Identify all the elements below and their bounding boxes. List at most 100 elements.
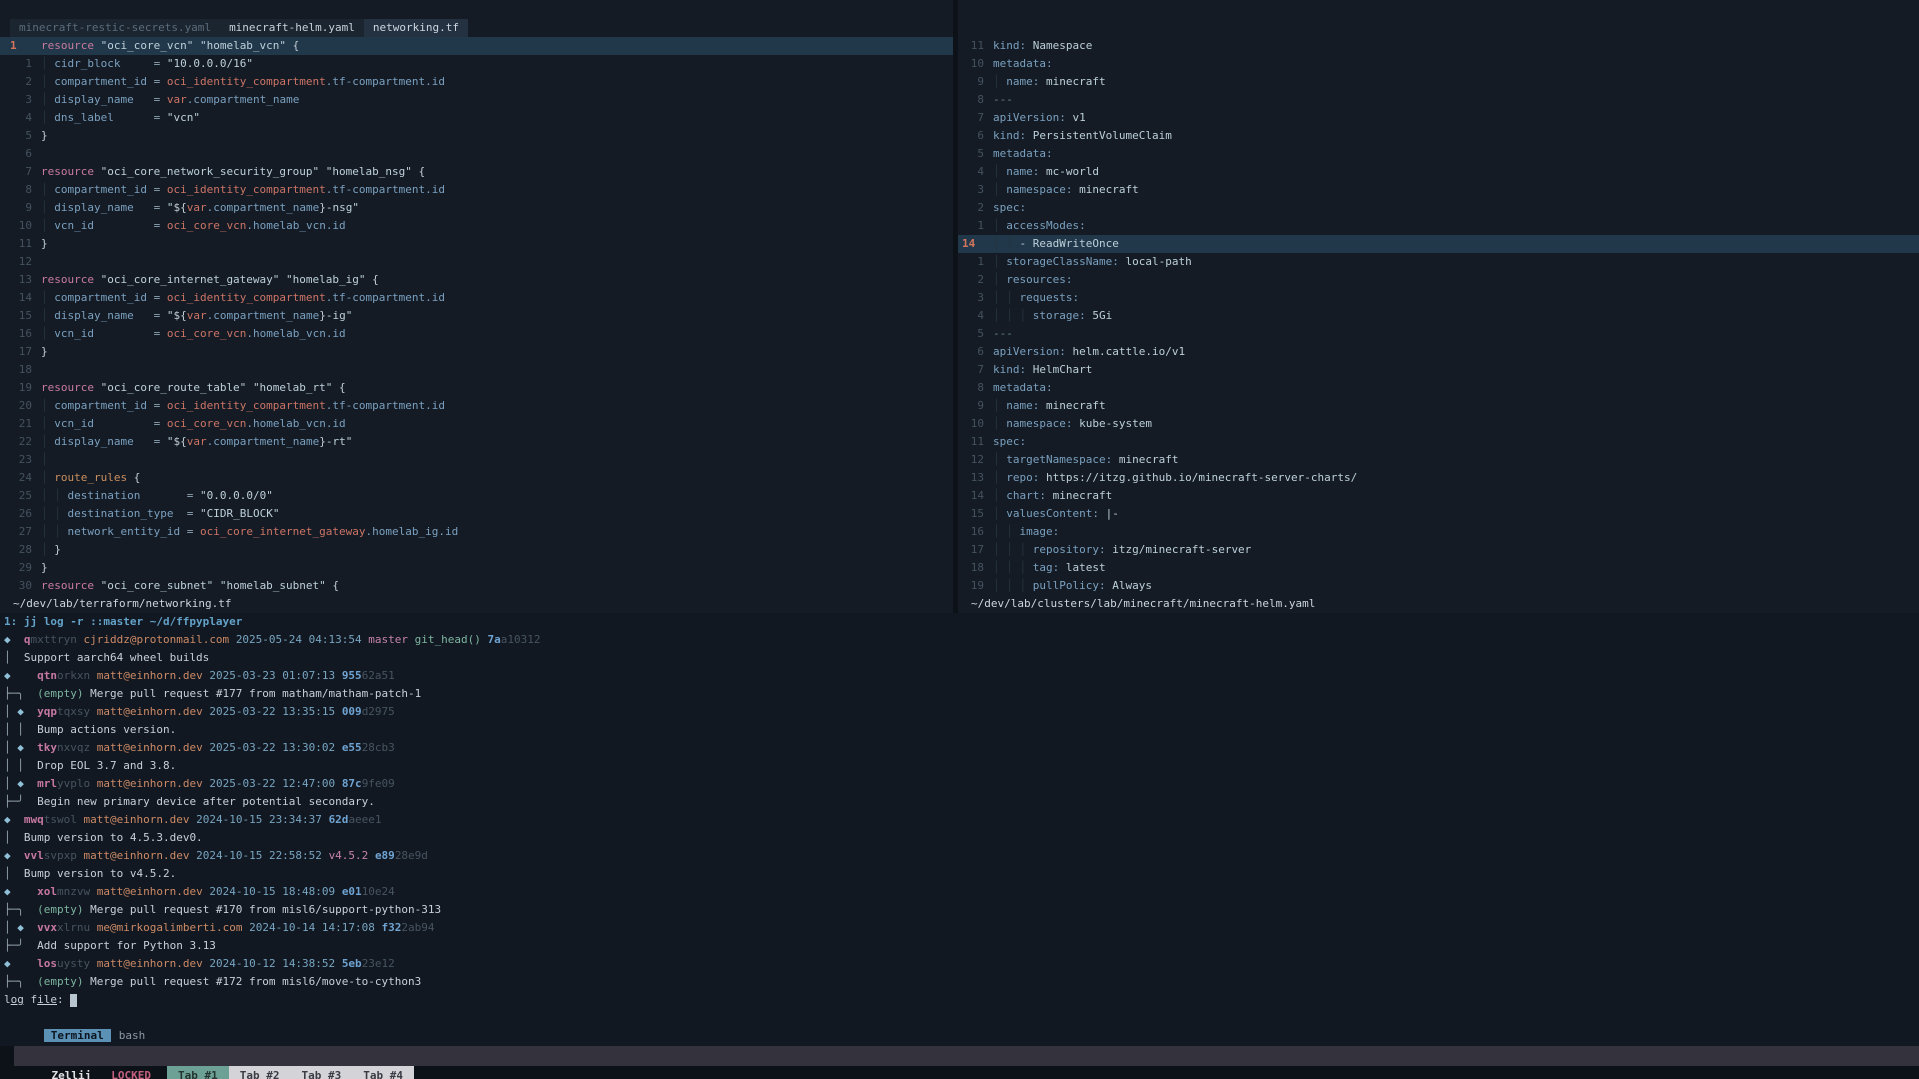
jj-log-line: │ Support aarch64 wheel builds: [0, 649, 1919, 667]
jj-log-line: ◆ mwqtswol matt@einhorn.dev 2024-10-15 2…: [0, 811, 1919, 829]
code-line: 7resource "oci_core_network_security_gro…: [0, 163, 953, 181]
zellij-app-name: Zellij: [52, 1069, 92, 1079]
locked-mode-indicator: LOCKED: [111, 1069, 151, 1079]
code-line: 11}: [0, 235, 953, 253]
code-line: 11kind: Namespace: [958, 37, 1919, 55]
line-number: 9: [10, 199, 32, 217]
code-line: 14│ compartment_id = oci_identity_compar…: [0, 289, 953, 307]
line-number: 12: [10, 253, 32, 271]
zellij-tab-tab-1[interactable]: Tab #1: [167, 1066, 229, 1079]
zellij-tab-tab-4[interactable]: Tab #4: [352, 1066, 414, 1079]
code-line: 9│ display_name = "${var.compartment_nam…: [0, 199, 953, 217]
code-line: 17}: [0, 343, 953, 361]
line-number: 1: [10, 37, 32, 55]
code-line: 23│: [0, 451, 953, 469]
code-line: 30resource "oci_core_subnet" "homelab_su…: [0, 577, 953, 595]
line-number: 22: [10, 433, 32, 451]
code-line: 29}: [0, 559, 953, 577]
line-number: 7: [10, 163, 32, 181]
jj-log-line: │ Bump version to v4.5.2.: [0, 865, 1919, 883]
line-number: 26: [10, 505, 32, 523]
pane-info-row: Terminalbash: [0, 1009, 1919, 1027]
line-number: 10: [962, 55, 984, 73]
code-line: 27│ │ network_entity_id = oci_core_inter…: [0, 523, 953, 541]
line-number: 21: [10, 415, 32, 433]
line-number: 11: [962, 433, 984, 451]
code-line: 5---: [958, 325, 1919, 343]
line-number: 10: [10, 217, 32, 235]
terminal-pane[interactable]: 1: jj log -r ::master ~/d/ffpyplayer ◆ q…: [0, 613, 1919, 1046]
code-line: 11spec:: [958, 433, 1919, 451]
line-number: 3: [10, 91, 32, 109]
line-number: 1: [10, 55, 32, 73]
jj-log-line: ◆ vvlsvpxp matt@einhorn.dev 2024-10-15 2…: [0, 847, 1919, 865]
line-number: 14: [962, 235, 984, 253]
code-line: 14│ chart: minecraft: [958, 487, 1919, 505]
right-statusline-path: ~/dev/lab/clusters/lab/minecraft/minecra…: [958, 595, 1315, 613]
line-number: 1: [962, 217, 984, 235]
terraform-code-area[interactable]: 1resource "oci_core_vcn" "homelab_vcn" {…: [0, 37, 953, 595]
code-line: 5}: [0, 127, 953, 145]
shell-name: bash: [119, 1029, 146, 1042]
line-number: 6: [962, 127, 984, 145]
line-number: 18: [10, 361, 32, 379]
line-number: 7: [962, 361, 984, 379]
line-number: 5: [962, 145, 984, 163]
code-line: 4│ name: mc-world: [958, 163, 1919, 181]
code-line: 19│ │ │ pullPolicy: Always: [958, 577, 1919, 595]
jj-log-line: ├─╮ (empty) Merge pull request #170 from…: [0, 901, 1919, 919]
code-line: 18: [0, 361, 953, 379]
buffer-tab-minecraft-restic-secrets.yaml[interactable]: minecraft-restic-secrets.yaml: [10, 19, 220, 37]
code-line: 18│ │ │ tag: latest: [958, 559, 1919, 577]
code-line: 13│ repo: https://itzg.github.io/minecra…: [958, 469, 1919, 487]
line-number: 4: [962, 163, 984, 181]
code-line: 8│ compartment_id = oci_identity_compart…: [0, 181, 953, 199]
code-line: 28│ }: [0, 541, 953, 559]
jj-log-line: ◆ qtnorkxn matt@einhorn.dev 2025-03-23 0…: [0, 667, 1919, 685]
code-line: 6kind: PersistentVolumeClaim: [958, 127, 1919, 145]
code-line: 3│ namespace: minecraft: [958, 181, 1919, 199]
code-line: 25│ │ destination = "0.0.0.0/0": [0, 487, 953, 505]
zellij-tab-tab-3[interactable]: Tab #3: [291, 1066, 353, 1079]
buffer-tab-networking.tf[interactable]: networking.tf: [364, 19, 468, 37]
jj-log-line: │ │ Drop EOL 3.7 and 3.8.: [0, 757, 1919, 775]
jj-log-line: ├─╯ Add support for Python 3.13: [0, 937, 1919, 955]
code-line: 7apiVersion: v1: [958, 109, 1919, 127]
code-line: 9│ name: minecraft: [958, 73, 1919, 91]
line-number: 5: [10, 127, 32, 145]
yaml-code-area[interactable]: 11kind: Namespace10metadata:9│ name: min…: [958, 37, 1919, 595]
terminal-chip[interactable]: Terminal: [44, 1029, 111, 1042]
code-line: 2│ compartment_id = oci_identity_compart…: [0, 73, 953, 91]
line-number: 24: [10, 469, 32, 487]
code-line: 17│ │ │ repository: itzg/minecraft-serve…: [958, 541, 1919, 559]
editor-pane-minecraft-helm-yaml[interactable]: 11kind: Namespace10metadata:9│ name: min…: [958, 0, 1919, 613]
line-number: 2: [962, 199, 984, 217]
code-line: 16│ │ image:: [958, 523, 1919, 541]
line-number: 17: [10, 343, 32, 361]
line-number: 5: [962, 325, 984, 343]
jj-log-line: ◆ losuysty matt@einhorn.dev 2024-10-12 1…: [0, 955, 1919, 973]
code-line-cursor: 1resource "oci_core_vcn" "homelab_vcn" {: [0, 37, 953, 55]
line-number: 11: [10, 235, 32, 253]
code-line: 4│ dns_label = "vcn": [0, 109, 953, 127]
line-number: 6: [10, 145, 32, 163]
line-number: 17: [962, 541, 984, 559]
code-line: 6: [0, 145, 953, 163]
line-number: 11: [962, 37, 984, 55]
code-line: 10│ namespace: kube-system: [958, 415, 1919, 433]
line-number: 8: [10, 181, 32, 199]
line-number: 3: [962, 289, 984, 307]
code-line: 8metadata:: [958, 379, 1919, 397]
code-line: 9│ name: minecraft: [958, 397, 1919, 415]
log-file-prompt[interactable]: log file:: [0, 991, 1919, 1009]
code-line: 2│ resources:: [958, 271, 1919, 289]
line-number: 13: [10, 271, 32, 289]
editor-pane-networking-tf[interactable]: minecraft-restic-secrets.yamlminecraft-h…: [0, 0, 953, 613]
code-line: 1│ accessModes:: [958, 217, 1919, 235]
zellij-tab-tab-2[interactable]: Tab #2: [229, 1066, 291, 1079]
jj-log-line: │ ◆ vvxxlrnu me@mirkogalimberti.com 2024…: [0, 919, 1919, 937]
buffer-tab-minecraft-helm.yaml[interactable]: minecraft-helm.yaml: [220, 19, 364, 37]
code-line: 16│ vcn_id = oci_core_vcn.homelab_vcn.id: [0, 325, 953, 343]
line-number: 23: [10, 451, 32, 469]
code-line: 1│ cidr_block = "10.0.0.0/16": [0, 55, 953, 73]
